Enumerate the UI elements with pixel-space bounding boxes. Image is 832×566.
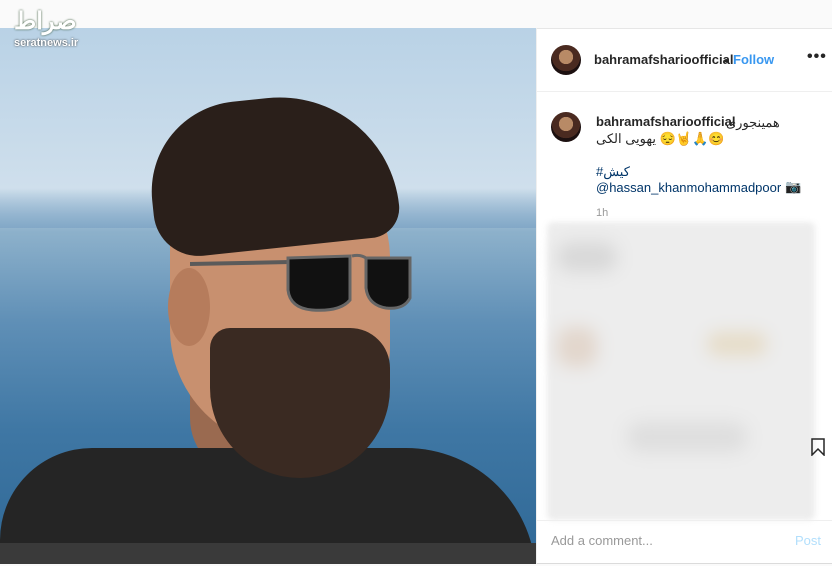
blur-blob bbox=[707, 332, 767, 356]
watermark-logo: صراط bbox=[14, 6, 77, 35]
top-strip bbox=[0, 0, 832, 28]
bookmark-icon[interactable] bbox=[811, 438, 825, 456]
more-options-icon[interactable]: ••• bbox=[807, 48, 827, 66]
caption-username[interactable]: bahramafsharioofficial bbox=[596, 114, 735, 129]
hair bbox=[142, 85, 403, 261]
follow-button[interactable]: Follow bbox=[733, 52, 774, 67]
caption-line-2: یهویی الکی 😔🤘🙏😊 bbox=[596, 131, 725, 146]
comment-bar: Post bbox=[537, 520, 832, 564]
post-comment-button[interactable]: Post bbox=[795, 533, 821, 548]
post-side-panel: bahramafsharioofficial • Follow ••• bahr… bbox=[536, 28, 832, 564]
blurred-comments-area bbox=[547, 222, 815, 520]
avatar[interactable] bbox=[551, 45, 581, 75]
post-time[interactable]: 1h bbox=[596, 207, 608, 219]
watermark-site: seratnews.ir bbox=[14, 37, 79, 49]
blur-blob bbox=[627, 422, 747, 452]
header-separator: • bbox=[724, 53, 729, 68]
caption-line-1: همینجوری bbox=[726, 115, 780, 130]
header-username[interactable]: bahramafsharioofficial bbox=[594, 52, 733, 67]
watermark: صراط seratnews.ir bbox=[14, 6, 114, 58]
shirt-band bbox=[0, 543, 536, 564]
blur-blob bbox=[557, 242, 617, 272]
sunglasses bbox=[190, 253, 412, 312]
comment-input[interactable] bbox=[551, 533, 771, 548]
caption-avatar[interactable] bbox=[551, 112, 581, 142]
camera-icon: 📷 bbox=[785, 179, 802, 194]
post-photo[interactable] bbox=[0, 28, 536, 564]
blur-blob bbox=[557, 327, 597, 367]
mention-link[interactable]: @hassan_khanmohammadpoor bbox=[596, 180, 781, 195]
hashtag-link[interactable]: #کیش bbox=[596, 164, 630, 180]
post-header: bahramafsharioofficial • Follow ••• bbox=[537, 28, 832, 92]
